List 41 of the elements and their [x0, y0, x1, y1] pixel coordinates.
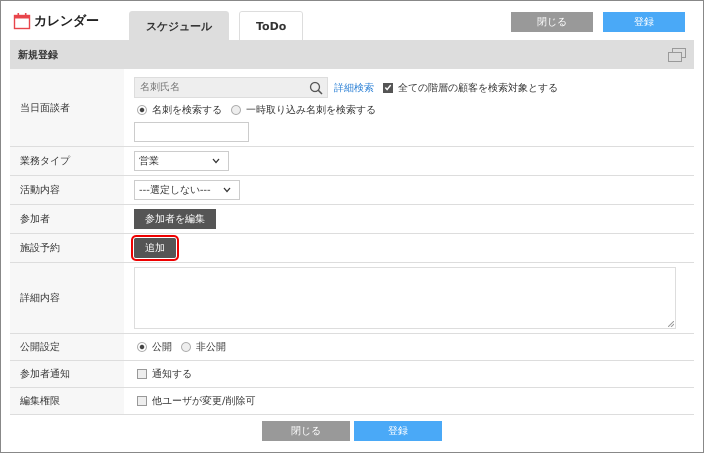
field-label: 活動内容 [10, 176, 124, 204]
chevron-icon [222, 187, 231, 193]
advanced-search-link[interactable]: 詳細検索 [334, 80, 374, 94]
radio-label: 非公開 [196, 340, 226, 354]
radio-button[interactable] [137, 105, 147, 115]
checkbox-label: 通知する [152, 368, 192, 381]
field-label: 編集権限 [10, 388, 124, 414]
tab[interactable]: ToDo [239, 11, 304, 40]
section-title: 新規登録 [18, 48, 58, 62]
checkbox[interactable] [137, 369, 147, 379]
checkbox-label: 全ての階層の顧客を検索対象とする [398, 82, 558, 94]
app-title: カレンダー [34, 12, 99, 30]
input-field[interactable] [134, 122, 249, 142]
search-icon[interactable] [309, 81, 323, 95]
field-label: 公開設定 [10, 334, 124, 360]
calendar-icon [13, 12, 31, 30]
radio-label: 公開 [152, 341, 172, 354]
field-label: 施設予約 [10, 234, 124, 262]
checkbox-label: 他ユーザが変更/削除可 [152, 394, 256, 408]
chevron-icon [212, 158, 220, 164]
dropdown[interactable]: ---選定しない--- [134, 180, 240, 200]
field-label: 詳細内容 [10, 263, 124, 333]
add-button[interactable]: 追加 [134, 238, 176, 258]
edit-participants-button[interactable]: 参加者を編集 [134, 209, 216, 229]
field-label: 参加者 [10, 205, 124, 233]
radio-label: 一時取り込み名刺を検索する [246, 104, 376, 117]
radio-button[interactable] [137, 342, 147, 352]
radio-button[interactable] [181, 342, 191, 352]
dropdown[interactable]: 営業 [134, 151, 229, 171]
details-textarea[interactable] [134, 267, 676, 329]
field-label: 参加者通知 [10, 361, 124, 387]
radio-button[interactable] [231, 105, 241, 115]
checkbox[interactable] [383, 82, 393, 92]
field-label: 当日面談者 [10, 69, 124, 146]
field-label: 業務タイプ [10, 147, 124, 175]
checkbox[interactable] [137, 396, 147, 406]
resize-handle-icon[interactable] [668, 321, 674, 327]
radio-label: 名刺を検索する [152, 104, 222, 117]
windows-icon[interactable] [668, 48, 686, 62]
search-field[interactable]: 名刺氏名 [134, 77, 328, 98]
tab[interactable]: スケジュール [129, 11, 229, 40]
